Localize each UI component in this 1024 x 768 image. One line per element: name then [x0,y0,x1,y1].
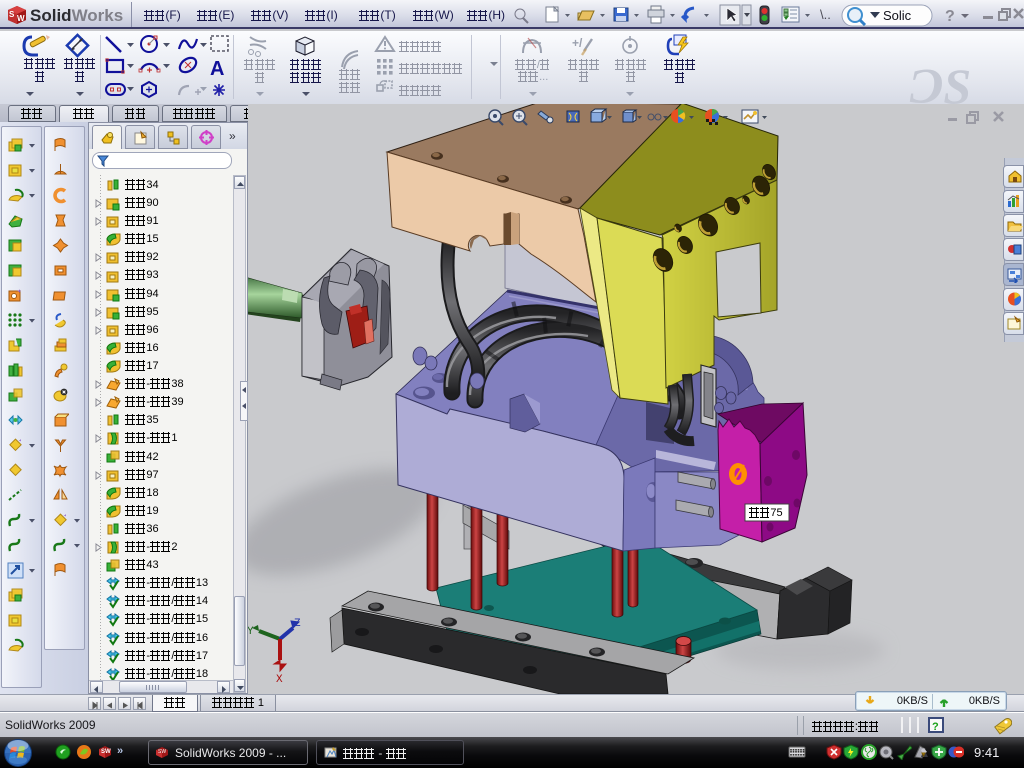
svg-text:?: ? [945,8,955,25]
svg-text:\..: \.. [820,7,831,22]
svg-text:Z: Z [294,618,301,630]
svg-text:Solic: Solic [883,8,912,23]
svg-text:SW: SW [158,749,166,755]
svg-text:?: ? [932,721,939,732]
svg-text:SW: SW [101,749,111,755]
svg-text:SolidWorks: SolidWorks [30,6,123,25]
svg-text:S: S [9,10,15,19]
svg-text:Y: Y [248,626,254,638]
svg-text:A: A [210,58,224,80]
svg-text:+/: +/ [572,36,583,50]
svg-text:X: X [276,674,283,686]
svg-text:ƆS: ƆS [909,58,971,109]
svg-text:W: W [17,14,25,23]
svg-text:!: ! [923,753,924,757]
